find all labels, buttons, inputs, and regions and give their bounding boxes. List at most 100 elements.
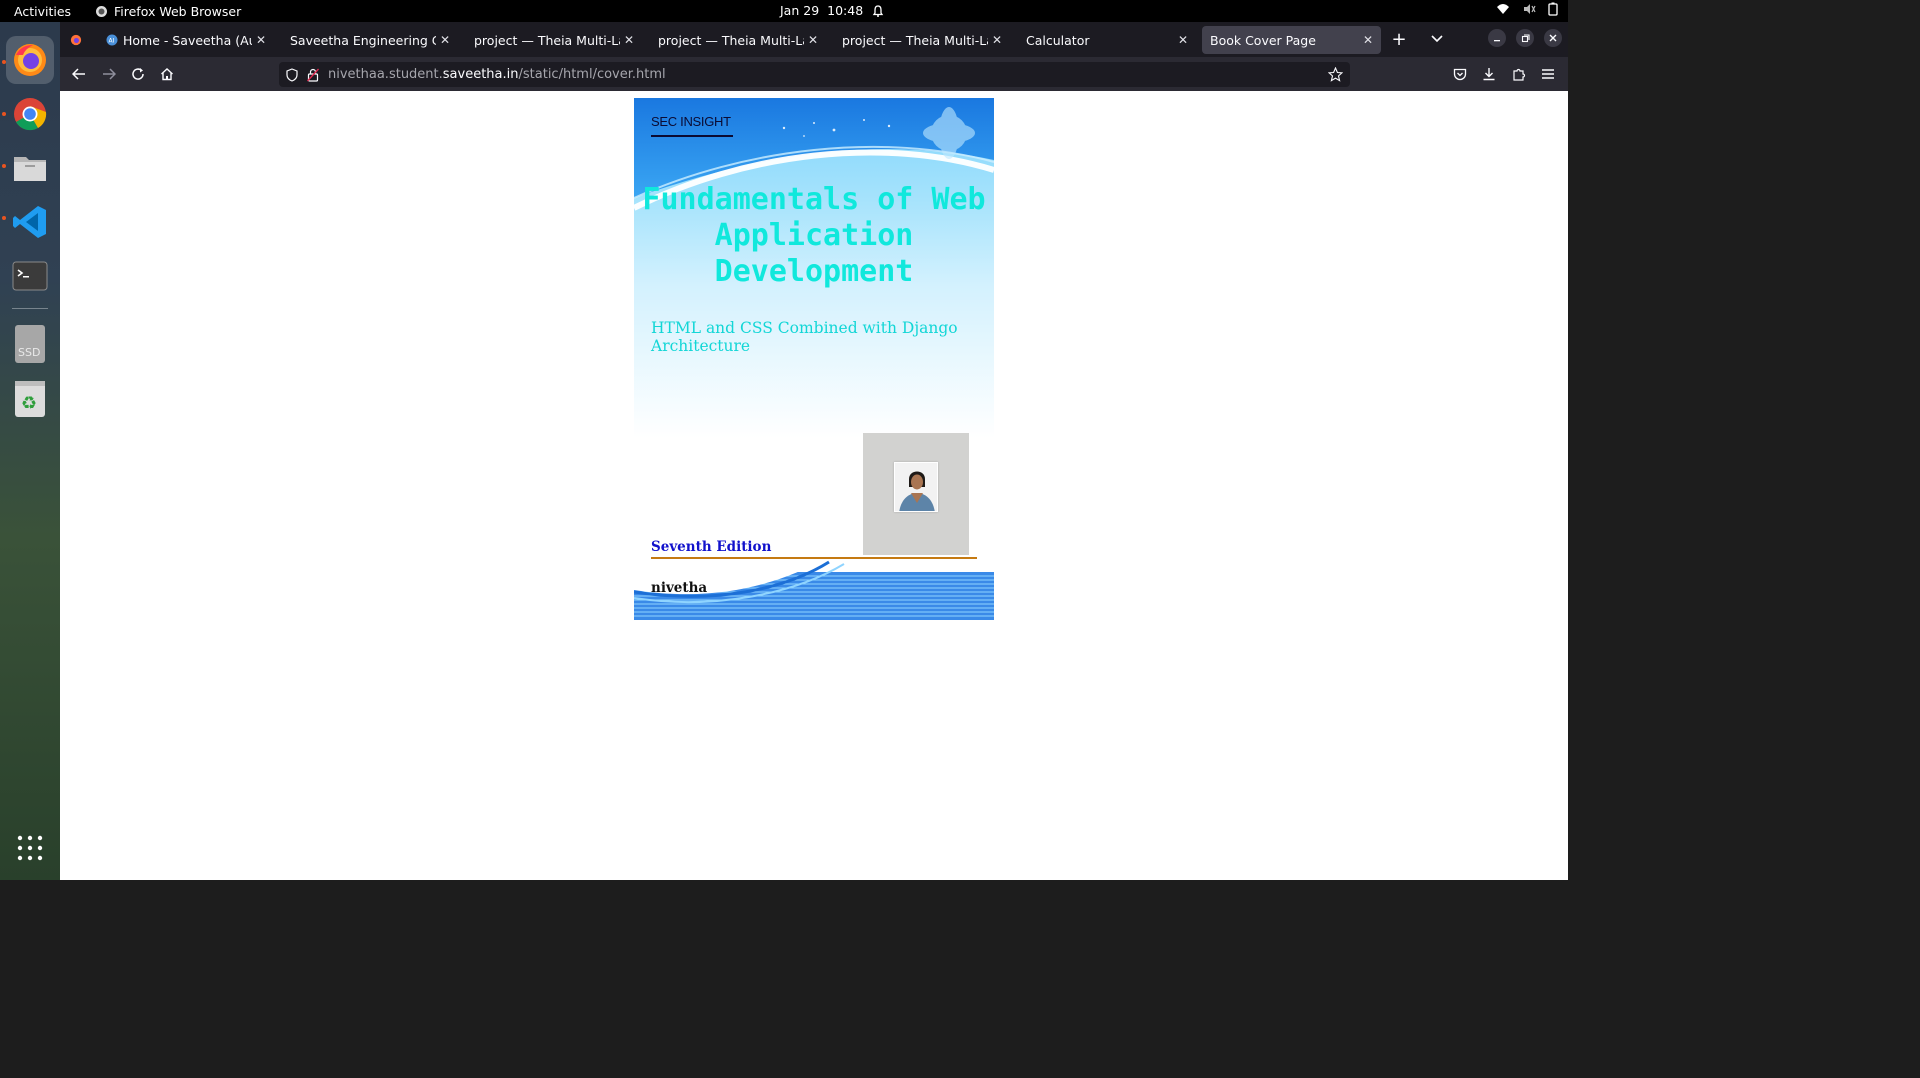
close-tab-icon[interactable]: ✕ <box>256 33 266 47</box>
close-tab-icon[interactable]: ✕ <box>808 33 818 47</box>
shield-icon[interactable] <box>285 67 299 82</box>
tab-title: project — Theia Multi-Langu <box>842 32 988 48</box>
tab-home-saveetha[interactable]: AI Home - Saveetha (Autono ✕ <box>98 26 274 54</box>
firefox-icon <box>14 44 46 76</box>
activities-button[interactable]: Activities <box>0 4 95 19</box>
close-icon <box>1549 34 1557 42</box>
dock-chrome[interactable] <box>6 90 54 138</box>
app-menu-button[interactable] <box>1537 63 1559 85</box>
firefox-view-button[interactable] <box>62 26 90 54</box>
star-icon[interactable] <box>1328 67 1343 82</box>
puzzle-icon <box>1513 68 1526 81</box>
new-tab-button[interactable]: + <box>1388 28 1410 50</box>
system-top-bar: Activities Firefox Web Browser Jan 29 10… <box>0 0 1568 22</box>
tab-title: Home - Saveetha (Autono <box>123 32 252 48</box>
plus-icon: + <box>1391 28 1407 50</box>
close-tab-icon[interactable]: ✕ <box>1363 33 1373 47</box>
close-tab-icon[interactable]: ✕ <box>440 33 450 47</box>
tab-title: project — Theia Multi-Langu <box>474 32 620 48</box>
running-indicator <box>2 164 6 168</box>
time-text: 10:48 <box>827 3 864 18</box>
browser-window: AI Home - Saveetha (Autono ✕ Saveetha En… <box>60 22 1568 880</box>
dock-drive[interactable]: SSD <box>6 320 54 368</box>
chevron-down-icon <box>1431 35 1443 43</box>
drive-icon: SSD <box>15 325 45 363</box>
dock: SSD ♻ <box>0 22 60 880</box>
book-cover: SEC INSIGHT Fundamentals of Web Applicat… <box>634 98 994 620</box>
favicon-icon: AI <box>106 34 118 46</box>
hamburger-icon <box>1542 69 1554 79</box>
url-prefix: nivethaa.student. <box>328 67 443 82</box>
tab-book-cover-page[interactable]: Book Cover Page ✕ <box>1202 26 1381 54</box>
bell-icon <box>872 4 884 17</box>
app-menu[interactable]: Firefox Web Browser <box>95 4 241 19</box>
running-indicator <box>2 60 6 64</box>
author-photo-frame <box>863 433 969 555</box>
arrow-right-icon <box>103 68 116 80</box>
url-bar[interactable]: nivethaa.student.saveetha.in/static/html… <box>279 62 1350 87</box>
back-button[interactable] <box>68 63 90 85</box>
tab-calculator[interactable]: Calculator ✕ <box>1018 26 1196 54</box>
download-icon <box>1483 68 1495 81</box>
trash-icon: ♻ <box>15 381 45 417</box>
close-window-button[interactable] <box>1544 29 1562 47</box>
vscode-icon <box>13 206 46 238</box>
dock-terminal[interactable] <box>6 252 54 300</box>
edition-rule <box>651 557 977 559</box>
author-photo <box>894 462 938 512</box>
tab-title: Book Cover Page <box>1210 32 1316 48</box>
terminal-icon <box>12 261 48 291</box>
dock-vscode[interactable] <box>6 198 54 246</box>
restore-button[interactable] <box>1516 29 1534 47</box>
system-tray[interactable] <box>1496 2 1558 16</box>
list-all-tabs-button[interactable] <box>1426 28 1448 50</box>
dock-trash[interactable]: ♻ <box>6 374 54 422</box>
book-subtitle: HTML and CSS Combined with Django Archit… <box>651 319 958 355</box>
files-icon <box>14 157 46 181</box>
portrait-image <box>895 463 937 511</box>
insecure-lock-icon[interactable] <box>307 68 319 82</box>
book-title: Fundamentals of Web Application Developm… <box>642 182 986 289</box>
navigation-toolbar: nivethaa.student.saveetha.in/static/html… <box>60 57 1568 91</box>
dock-separator <box>12 308 48 309</box>
url-domain: saveetha.in <box>442 67 519 82</box>
close-tab-icon[interactable]: ✕ <box>624 33 634 47</box>
tab-theia-1[interactable]: project — Theia Multi-Langu ✕ <box>466 26 642 54</box>
pocket-icon <box>1453 68 1467 80</box>
downloads-button[interactable] <box>1478 63 1500 85</box>
battery-icon <box>1548 2 1558 16</box>
svg-text:SSD: SSD <box>18 346 40 359</box>
home-icon <box>161 68 173 81</box>
brand-underline <box>651 135 733 137</box>
arrow-left-icon <box>72 68 85 80</box>
minimize-icon <box>1494 40 1500 42</box>
grid-icon <box>17 835 43 861</box>
dock-files[interactable] <box>6 144 54 192</box>
pocket-button[interactable] <box>1449 63 1471 85</box>
reload-button[interactable] <box>127 63 149 85</box>
tab-theia-3[interactable]: project — Theia Multi-Langu ✕ <box>834 26 1010 54</box>
restore-icon <box>1521 33 1530 42</box>
clock[interactable]: Jan 29 10:48 <box>780 3 885 18</box>
tab-saveetha-engineering[interactable]: Saveetha Engineering Colleg ✕ <box>282 26 458 54</box>
author-name: nivetha <box>651 580 708 596</box>
running-indicator <box>2 112 6 116</box>
dock-show-apps[interactable] <box>6 824 54 872</box>
extensions-button[interactable] <box>1508 63 1530 85</box>
home-button[interactable] <box>156 63 178 85</box>
forward-button[interactable] <box>98 63 120 85</box>
url-path: /static/html/cover.html <box>518 67 666 82</box>
reload-icon <box>132 68 144 80</box>
tab-theia-2[interactable]: project — Theia Multi-Langu ✕ <box>650 26 826 54</box>
volume-muted-icon <box>1524 4 1536 14</box>
firefox-small-icon <box>96 5 107 17</box>
date-text: Jan 29 <box>780 3 820 18</box>
app-name: Firefox Web Browser <box>114 3 242 19</box>
chrome-icon <box>14 98 47 131</box>
url-text: nivethaa.student.saveetha.in/static/html… <box>328 67 666 82</box>
close-tab-icon[interactable]: ✕ <box>1178 33 1188 47</box>
minimize-button[interactable] <box>1488 29 1506 47</box>
close-tab-icon[interactable]: ✕ <box>992 33 1002 47</box>
dock-firefox[interactable] <box>6 36 54 84</box>
page-content: SEC INSIGHT Fundamentals of Web Applicat… <box>60 91 1568 880</box>
